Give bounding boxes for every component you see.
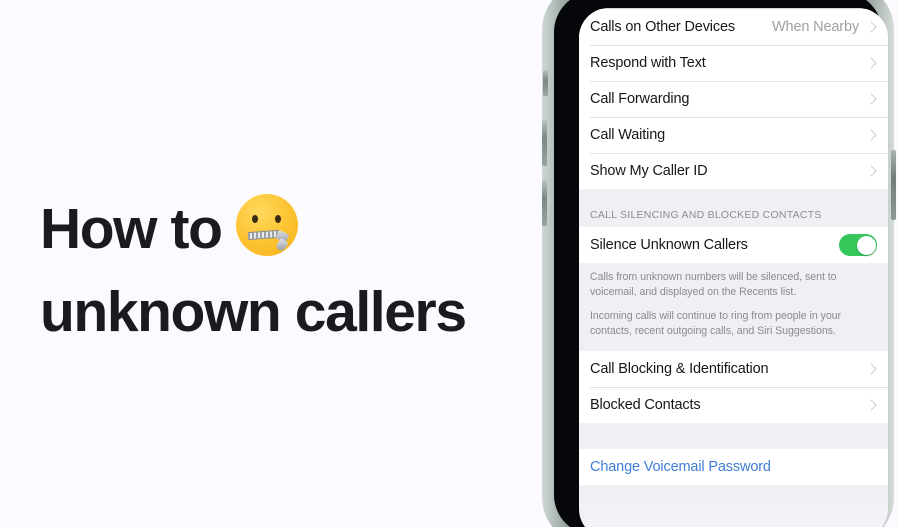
chevron-right-icon [865,93,877,105]
row-call-waiting[interactable]: Call Waiting [579,117,888,153]
row-respond-with-text[interactable]: Respond with Text [579,45,888,81]
row-change-voicemail-password[interactable]: Change Voicemail Password [579,449,888,486]
headline-line1-prefix: How to [40,197,236,261]
footnote-paragraph-1: Calls from unknown numbers will be silen… [590,271,837,299]
row-call-forwarding[interactable]: Call Forwarding [579,81,888,117]
row-label: Calls on Other Devices [590,19,735,35]
promo-panel: How to unknown callers [0,0,540,527]
row-label: Show My Caller ID [590,163,708,179]
volume-up-button[interactable] [542,120,547,166]
side-power-button[interactable] [891,150,896,220]
row-value: When Nearby [772,19,859,35]
row-calls-on-other-devices[interactable]: Calls on Other Devices When Nearby [579,9,888,45]
list-bottom-spacer [579,485,888,504]
mute-switch[interactable] [543,70,548,96]
row-label: Respond with Text [590,55,706,71]
phone-screen: Calls on Other Devices When Nearby Respo… [579,8,888,527]
row-label: Call Blocking & Identification [590,361,769,378]
page-title: How to unknown callers [40,192,510,350]
settings-scroll-view[interactable]: Calls on Other Devices When Nearby Respo… [579,8,888,504]
change-voicemail-password-link[interactable]: Change Voicemail Password [590,459,771,475]
silence-unknown-callers-toggle[interactable] [839,234,877,256]
chevron-right-icon [865,363,877,375]
row-label: Call Waiting [590,127,666,143]
zipper-mouth-face-icon [236,194,298,275]
settings-group-one: Calls on Other Devices When Nearby Respo… [579,9,888,189]
group-spacer [579,423,888,450]
row-label: Silence Unknown Callers [590,237,748,253]
chevron-right-icon [865,21,877,33]
settings-group-silencing: Silence Unknown Callers [579,227,888,263]
row-call-blocking-identification[interactable]: Call Blocking & Identification [579,351,888,388]
row-show-my-caller-id[interactable]: Show My Caller ID [579,153,888,189]
silencing-footnote: Calls from unknown numbers will be silen… [579,263,888,352]
phone-bezel: Calls on Other Devices When Nearby Respo… [554,0,888,527]
row-silence-unknown-callers[interactable]: Silence Unknown Callers [579,227,888,263]
section-header-call-silencing: Call Silencing and Blocked Contacts [579,189,888,227]
chevron-right-icon [865,57,877,69]
row-label: Call Forwarding [590,91,690,107]
volume-down-button[interactable] [542,180,547,226]
headline-line2: unknown callers [40,280,467,345]
screenshot-root: How to unknown callers Calls on Other De… [0,0,898,527]
toggle-knob [856,235,876,255]
chevron-right-icon [865,129,877,141]
chevron-right-icon [865,399,877,411]
row-label: Blocked Contacts [590,397,701,414]
chevron-right-icon [865,165,877,177]
footnote-paragraph-2: Incoming calls will continue to ring fro… [590,310,841,338]
settings-group-two: Call Blocking & Identification Blocked C… [579,351,888,424]
iphone-device: Calls on Other Devices When Nearby Respo… [540,0,898,527]
row-blocked-contacts[interactable]: Blocked Contacts [579,387,888,424]
settings-group-three: Change Voicemail Password [579,449,888,486]
